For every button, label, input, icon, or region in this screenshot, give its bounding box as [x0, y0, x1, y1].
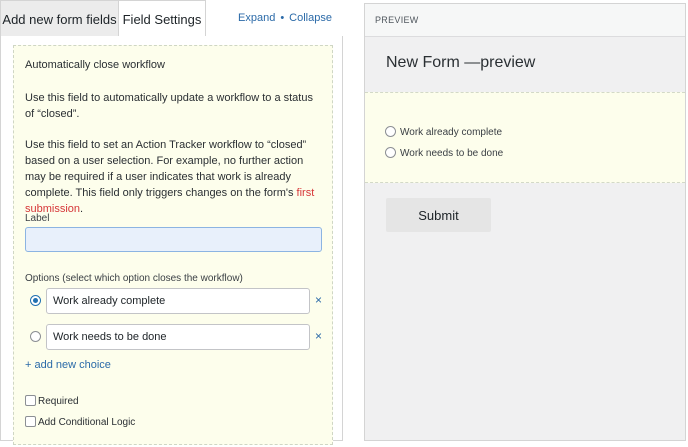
preview-option[interactable]: Work needs to be done — [385, 147, 503, 159]
required-label: Required — [38, 396, 79, 407]
field-help-text: Use this field to set an Action Tracker … — [25, 137, 327, 217]
field-type-title: Automatically close workflow — [25, 59, 165, 71]
tab-field-settings[interactable]: Field Settings — [118, 0, 206, 38]
remove-option-icon[interactable]: × — [315, 329, 322, 343]
preview-header-label: PREVIEW — [375, 15, 419, 25]
field-settings-frame: Automatically close workflow Use this fi… — [0, 36, 343, 445]
builder-tabs: Add new form fields Field Settings Expan… — [0, 0, 343, 38]
remove-option-icon[interactable]: × — [315, 293, 322, 307]
option-text-input[interactable] — [46, 324, 310, 350]
collapse-link[interactable]: Collapse — [289, 12, 332, 24]
expand-link[interactable]: Expand — [238, 12, 275, 24]
preview-option-label: Work already complete — [400, 127, 503, 138]
field-help-text-end: . — [80, 203, 84, 215]
submit-button[interactable]: Submit — [386, 198, 491, 232]
preview-option[interactable]: Work already complete — [385, 126, 502, 138]
option-close-radio[interactable] — [30, 331, 41, 342]
option-text-input[interactable] — [46, 288, 310, 314]
label-input[interactable] — [25, 227, 322, 252]
expand-collapse-controls: Expand • Collapse — [238, 0, 332, 37]
form-builder-panel: Add new form fields Field Settings Expan… — [0, 0, 343, 447]
options-caption: Options (select which option closes the … — [25, 273, 243, 284]
preview-header: PREVIEW — [365, 4, 685, 37]
tab-add-new-form-fields[interactable]: Add new form fields — [0, 0, 118, 37]
option-row: × — [25, 324, 325, 350]
label-caption: Label — [25, 213, 50, 224]
field-description: Use this field to automatically update a… — [25, 92, 313, 120]
preview-option-label: Work needs to be done — [400, 148, 504, 159]
conditional-logic-checkbox[interactable] — [25, 416, 36, 427]
preview-radio[interactable] — [385, 126, 396, 137]
required-checkbox[interactable] — [25, 395, 36, 406]
field-settings-box: Automatically close workflow Use this fi… — [13, 45, 333, 445]
add-new-choice-link[interactable]: + add new choice — [25, 359, 111, 371]
option-row: × — [25, 288, 325, 314]
required-row: Required — [25, 395, 79, 409]
conditional-logic-row: Add Conditional Logic — [25, 416, 135, 430]
preview-field[interactable]: Work already complete Work needs to be d… — [365, 92, 685, 183]
option-close-radio[interactable] — [30, 295, 41, 306]
preview-form-title: New Form —preview — [386, 54, 536, 71]
field-help-text-body: Use this field to set an Action Tracker … — [25, 139, 307, 199]
preview-panel: PREVIEW New Form —preview Work already c… — [364, 3, 686, 441]
conditional-logic-label: Add Conditional Logic — [38, 417, 136, 428]
preview-radio[interactable] — [385, 147, 396, 158]
expand-collapse-separator: • — [280, 12, 285, 24]
